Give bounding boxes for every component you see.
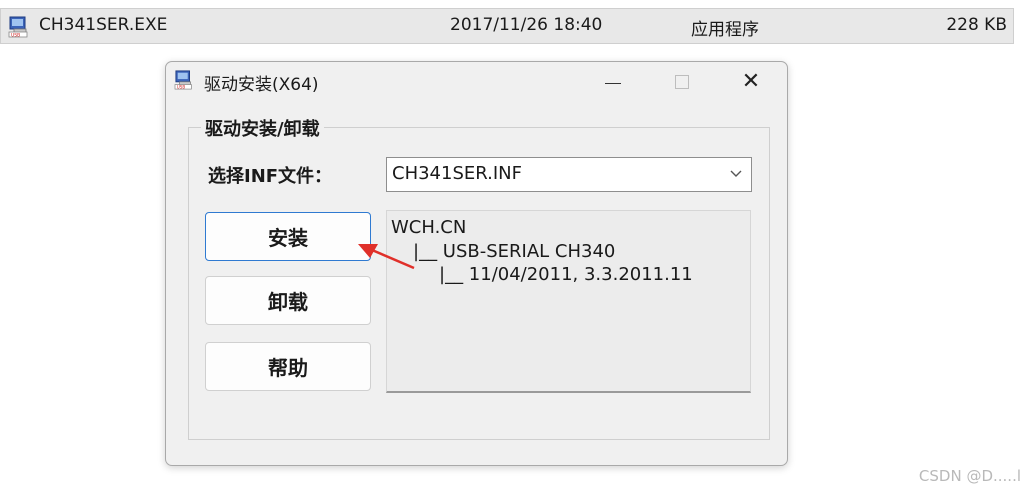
usb-app-icon: USB xyxy=(174,70,192,90)
file-modified-date: 2017/11/26 18:40 xyxy=(450,15,603,35)
file-size: 228 KB xyxy=(946,15,1007,35)
close-button[interactable]: ✕ xyxy=(729,66,773,98)
uninstall-button[interactable]: 卸载 xyxy=(205,276,371,325)
help-button[interactable]: 帮助 xyxy=(205,342,371,391)
driver-info-panel: WCH.CN |__ USB-SERIAL CH340 |__ 11/04/20… xyxy=(386,210,751,393)
info-line-vendor: WCH.CN xyxy=(391,217,467,238)
window-title: 驱动安装(X64) xyxy=(204,75,319,95)
group-title: 驱动安装/卸载 xyxy=(201,115,324,141)
watermark: CSDN @D.....l xyxy=(918,467,1021,485)
minimize-button[interactable] xyxy=(591,66,635,98)
file-list-row[interactable]: USB CH341SER.EXE 2017/11/26 18:40 应用程序 2… xyxy=(0,8,1014,44)
inf-file-select[interactable]: CH341SER.INF xyxy=(386,157,752,192)
chevron-down-icon xyxy=(730,170,742,177)
install-button[interactable]: 安装 xyxy=(205,212,371,261)
usb-app-icon: USB xyxy=(8,16,28,39)
minimize-icon xyxy=(605,82,621,84)
file-type: 应用程序 xyxy=(691,20,759,40)
svg-text:USB: USB xyxy=(177,85,186,90)
driver-install-dialog: USB 驱动安装(X64) ✕ 驱动安装/卸载 选择INF文件： CH341SE… xyxy=(165,61,788,466)
close-icon: ✕ xyxy=(741,69,761,94)
svg-text:USB: USB xyxy=(11,33,20,39)
inf-file-selected-value: CH341SER.INF xyxy=(392,163,522,184)
title-bar[interactable]: USB 驱动安装(X64) ✕ xyxy=(166,62,787,102)
info-line-version: |__ 11/04/2011, 3.3.2011.11 xyxy=(439,264,693,285)
info-line-device: |__ USB-SERIAL CH340 xyxy=(413,241,616,262)
file-name: CH341SER.EXE xyxy=(39,15,168,35)
annotation-arrow-icon xyxy=(358,244,415,270)
maximize-button[interactable] xyxy=(660,66,704,98)
maximize-icon xyxy=(675,75,689,89)
inf-file-label: 选择INF文件： xyxy=(208,166,333,187)
